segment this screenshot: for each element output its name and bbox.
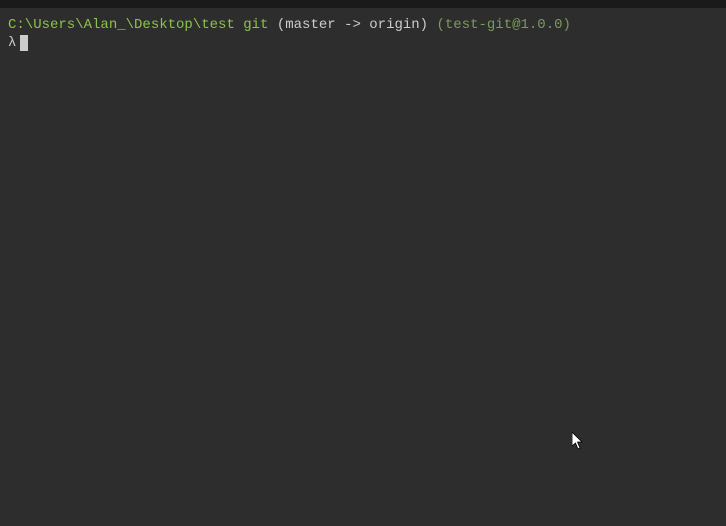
title-bar (0, 0, 726, 8)
text-cursor (20, 35, 28, 51)
input-line[interactable]: λ (8, 34, 718, 52)
current-path: C:\Users\Alan_\Desktop\test git (8, 17, 268, 33)
prompt-line: C:\Users\Alan_\Desktop\test git (master … (8, 16, 718, 34)
terminal-area[interactable]: C:\Users\Alan_\Desktop\test git (master … (0, 8, 726, 60)
git-branch-info: (master -> origin) (268, 17, 436, 33)
package-info: (test-git@1.0.0) (436, 17, 570, 33)
mouse-cursor-icon (572, 432, 584, 450)
prompt-symbol: λ (8, 34, 16, 52)
